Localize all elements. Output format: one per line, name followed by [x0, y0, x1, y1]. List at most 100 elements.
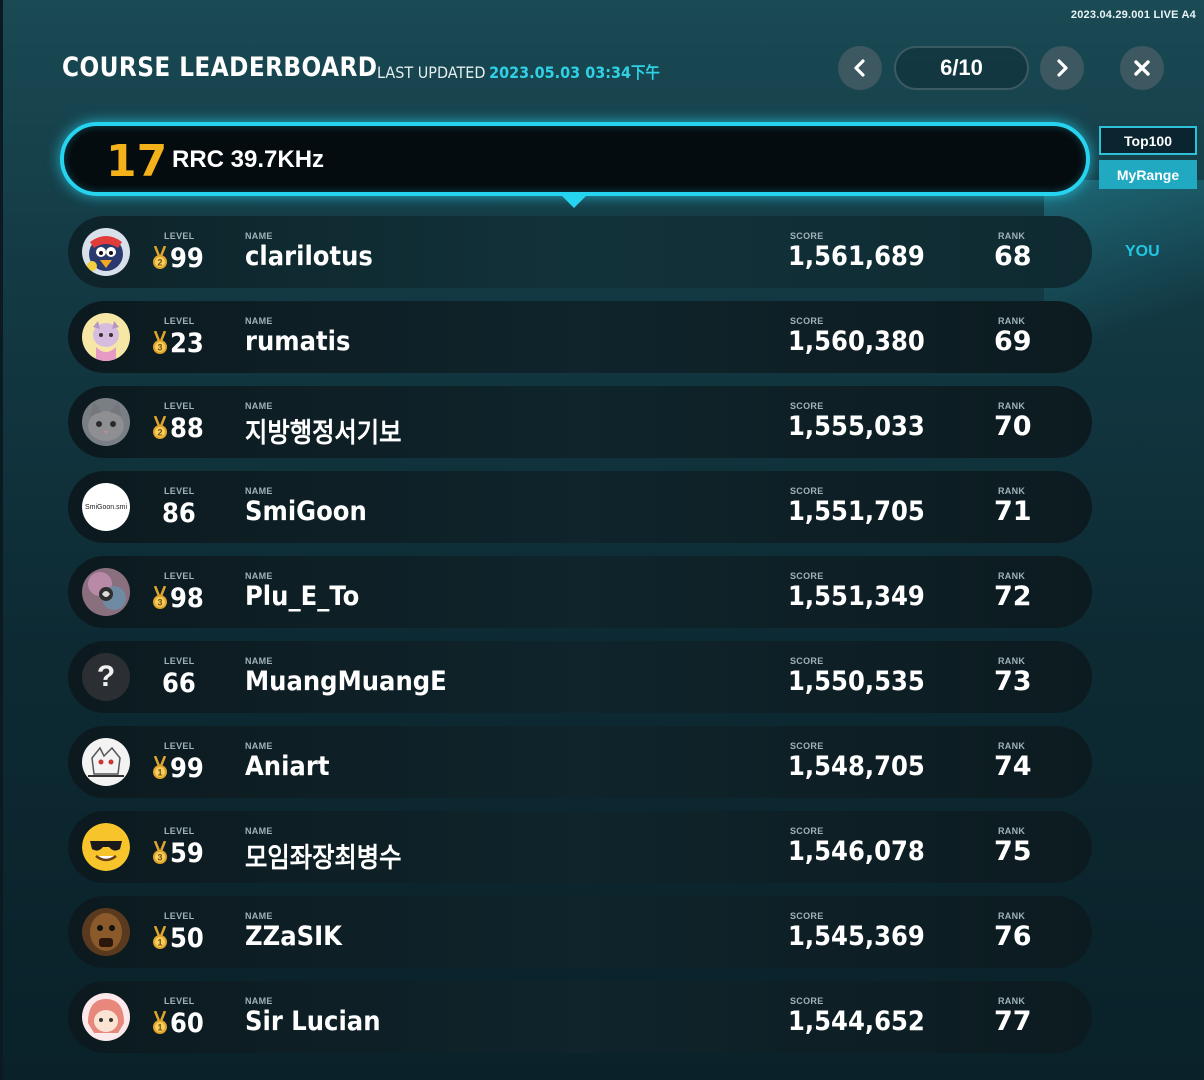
tab-myrange[interactable]: MyRange: [1099, 160, 1197, 189]
medal-icon: 1: [153, 756, 167, 779]
course-name: RRC 39.7KHz: [172, 146, 325, 173]
name-label: NAME: [245, 826, 273, 836]
rank-value: 69: [994, 326, 1032, 357]
score-value: 1,551,705: [788, 496, 925, 527]
leaderboard-row[interactable]: LEVEL 3 98 NAME Plu_E_To SCORE 1,551,349…: [68, 556, 1092, 628]
level-group: 66: [152, 667, 200, 699]
course-selector[interactable]: 17 RRC 39.7KHz: [60, 122, 1090, 196]
svg-text:1: 1: [157, 1023, 162, 1033]
leaderboard-row[interactable]: ? LEVEL 66 NAME MuangMuangE SCORE 1,550,…: [68, 641, 1092, 713]
level-group: 1 99: [152, 752, 208, 784]
leaderboard-row[interactable]: LEVEL 2 99 NAME clarilotus SCORE 1,561,6…: [68, 216, 1092, 288]
rank-value: 75: [994, 836, 1032, 867]
svg-text:2: 2: [157, 258, 162, 268]
level-value: 23: [170, 327, 204, 359]
chevron-right-icon: [1057, 59, 1068, 77]
rank-label: RANK: [998, 231, 1026, 241]
level-value: 59: [170, 837, 204, 869]
level-group: 2 88: [152, 412, 208, 444]
score-label: SCORE: [790, 996, 824, 1006]
score-value: 1,560,380: [788, 326, 925, 357]
leaderboard-row[interactable]: LEVEL 3 59 NAME 모임좌장최병수 SCORE 1,546,078 …: [68, 811, 1092, 883]
last-updated: LAST UPDATED 2023.05.03 03:34下午: [377, 59, 660, 83]
penguin-avatar: [82, 228, 130, 276]
version-label: 2023.04.29.001 LIVE A4: [1070, 9, 1196, 21]
next-page-button[interactable]: [1040, 46, 1084, 90]
svg-text:3: 3: [157, 343, 162, 353]
leaderboard-row[interactable]: SmiGoon.smi LEVEL 86 NAME SmiGoon SCORE …: [68, 471, 1092, 543]
rank-label: RANK: [998, 911, 1026, 921]
name-label: NAME: [245, 401, 273, 411]
medal-icon: 3: [153, 841, 167, 864]
score-label: SCORE: [790, 486, 824, 496]
rank-label: RANK: [998, 401, 1026, 411]
level-label: LEVEL: [164, 656, 195, 666]
level-label: LEVEL: [164, 571, 195, 581]
level-value: 66: [162, 667, 196, 699]
rank-value: 74: [994, 751, 1032, 782]
sunglasses-avatar: [82, 823, 130, 871]
score-value: 1,561,689: [788, 241, 925, 272]
left-edge: [0, 0, 3, 1080]
anime-avatar: [82, 313, 130, 361]
level-value: 98: [170, 582, 204, 614]
rank-label: RANK: [998, 826, 1026, 836]
svg-text:1: 1: [157, 938, 162, 948]
level-label: LEVEL: [164, 486, 195, 496]
score-label: SCORE: [790, 571, 824, 581]
leaderboard-row[interactable]: LEVEL 1 60 NAME Sir Lucian SCORE 1,544,6…: [68, 981, 1092, 1053]
score-value: 1,550,535: [788, 666, 925, 697]
svg-text:3: 3: [157, 598, 162, 608]
leaderboard-row[interactable]: LEVEL 1 99 NAME Aniart SCORE 1,548,705 R…: [68, 726, 1092, 798]
player-name: Sir Lucian: [245, 1006, 381, 1037]
level-label: LEVEL: [164, 911, 195, 921]
score-value: 1,544,652: [788, 1006, 925, 1037]
player-name: 모임좌장최병수: [245, 843, 402, 874]
name-label: NAME: [245, 741, 273, 751]
player-name: ZZaSIK: [245, 921, 343, 952]
level-group: 1 50: [152, 922, 208, 954]
level-value: 86: [162, 497, 196, 529]
rank-label: RANK: [998, 996, 1026, 1006]
leaderboard-row[interactable]: LEVEL 3 23 NAME rumatis SCORE 1,560,380 …: [68, 301, 1092, 373]
name-label: NAME: [245, 231, 273, 241]
rank-label: RANK: [998, 656, 1026, 666]
redhair-avatar: [82, 993, 130, 1041]
score-value: 1,545,369: [788, 921, 925, 952]
leaderboard-row[interactable]: LEVEL 1 50 NAME ZZaSIK SCORE 1,545,369 R…: [68, 896, 1092, 968]
svg-text:1: 1: [157, 768, 162, 778]
svg-text:3: 3: [157, 853, 162, 863]
level-label: LEVEL: [164, 231, 195, 241]
rank-value: 77: [994, 1006, 1032, 1037]
level-group: 3 59: [152, 837, 208, 869]
level-value: 99: [170, 752, 204, 784]
name-label: NAME: [245, 571, 273, 581]
close-button[interactable]: [1120, 46, 1164, 90]
text-avatar: SmiGoon.smi: [82, 483, 130, 531]
player-name: clarilotus: [245, 241, 373, 272]
rank-value: 72: [994, 581, 1032, 612]
medal-icon: 3: [153, 331, 167, 354]
rank-label: RANK: [998, 741, 1026, 751]
rank-label: RANK: [998, 571, 1026, 581]
rank-label: RANK: [998, 316, 1026, 326]
score-label: SCORE: [790, 401, 824, 411]
level-value: 88: [170, 412, 204, 444]
player-name: MuangMuangE: [245, 666, 447, 697]
last-updated-label: LAST UPDATED: [377, 63, 486, 82]
rank-value: 73: [994, 666, 1032, 697]
rank-label: RANK: [998, 486, 1026, 496]
score-label: SCORE: [790, 826, 824, 836]
rank-value: 71: [994, 496, 1032, 527]
player-name: SmiGoon: [245, 496, 367, 527]
tab-top100[interactable]: Top100: [1099, 126, 1197, 155]
prev-page-button[interactable]: [838, 46, 882, 90]
medal-icon: 3: [153, 586, 167, 609]
name-label: NAME: [245, 996, 273, 1006]
page-title: COURSE LEADERBOARD: [62, 52, 378, 83]
leaderboard-row[interactable]: LEVEL 2 88 NAME 지방행정서기보 SCORE 1,555,033 …: [68, 386, 1092, 458]
course-pointer-arrow: [562, 196, 586, 208]
score-label: SCORE: [790, 316, 824, 326]
close-icon: [1134, 60, 1150, 76]
level-group: 1 60: [152, 1007, 208, 1039]
